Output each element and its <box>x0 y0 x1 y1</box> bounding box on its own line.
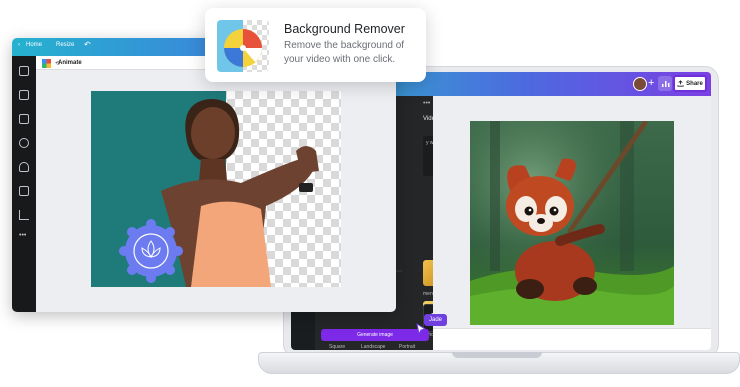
editor-sidebar: ••• <box>12 56 36 312</box>
chart-icon[interactable] <box>19 210 29 220</box>
chevron-left-icon[interactable]: ‹ <box>18 42 20 48</box>
card-description: Remove the background of your video with… <box>284 40 405 65</box>
elements-icon[interactable] <box>19 90 29 100</box>
beach-ball-icon <box>217 20 269 72</box>
apps-icon[interactable] <box>19 138 29 148</box>
more-icon[interactable]: ••• <box>19 232 26 239</box>
color-logo-icon[interactable] <box>42 59 51 68</box>
undo-icon[interactable]: ↶ <box>84 40 91 49</box>
share-button[interactable]: Share <box>673 75 707 92</box>
laptop-bottombar <box>433 328 711 350</box>
avatar[interactable] <box>633 77 647 91</box>
share-label: Share <box>686 80 703 87</box>
generate-image-button[interactable]: Generate image <box>321 329 429 341</box>
home-link[interactable]: Home <box>26 42 42 48</box>
collaborator-tag: Jade <box>424 314 448 326</box>
cloud-icon[interactable] <box>19 162 29 172</box>
aspect-label-portrait: Portrait <box>399 344 416 350</box>
resize-button[interactable]: Resize <box>56 42 74 48</box>
aspect-label-landscape: Landscape <box>361 344 386 350</box>
card-title: Background Remover <box>284 22 405 36</box>
uploads-icon[interactable] <box>19 114 29 124</box>
animate-button[interactable]: Animate <box>58 60 82 66</box>
insights-button[interactable] <box>658 76 672 91</box>
laptop-notch <box>452 352 542 358</box>
background-remover-card: Background Remover Remove the background… <box>205 8 426 82</box>
editor-canvas[interactable] <box>91 91 341 287</box>
more-icon[interactable]: ••• <box>423 100 430 107</box>
aspect-label-square: Square <box>329 344 346 350</box>
templates-icon[interactable] <box>19 66 29 76</box>
folder-icon[interactable] <box>19 186 29 196</box>
cursor-icon <box>416 323 426 335</box>
add-collaborator-button[interactable]: + <box>648 76 654 90</box>
promo-stage: + Share ••• Videos y with ments Photo Sq… <box>0 0 740 387</box>
upload-icon <box>677 80 684 87</box>
bar-chart-icon <box>661 81 669 87</box>
red-panda-image <box>470 121 674 325</box>
